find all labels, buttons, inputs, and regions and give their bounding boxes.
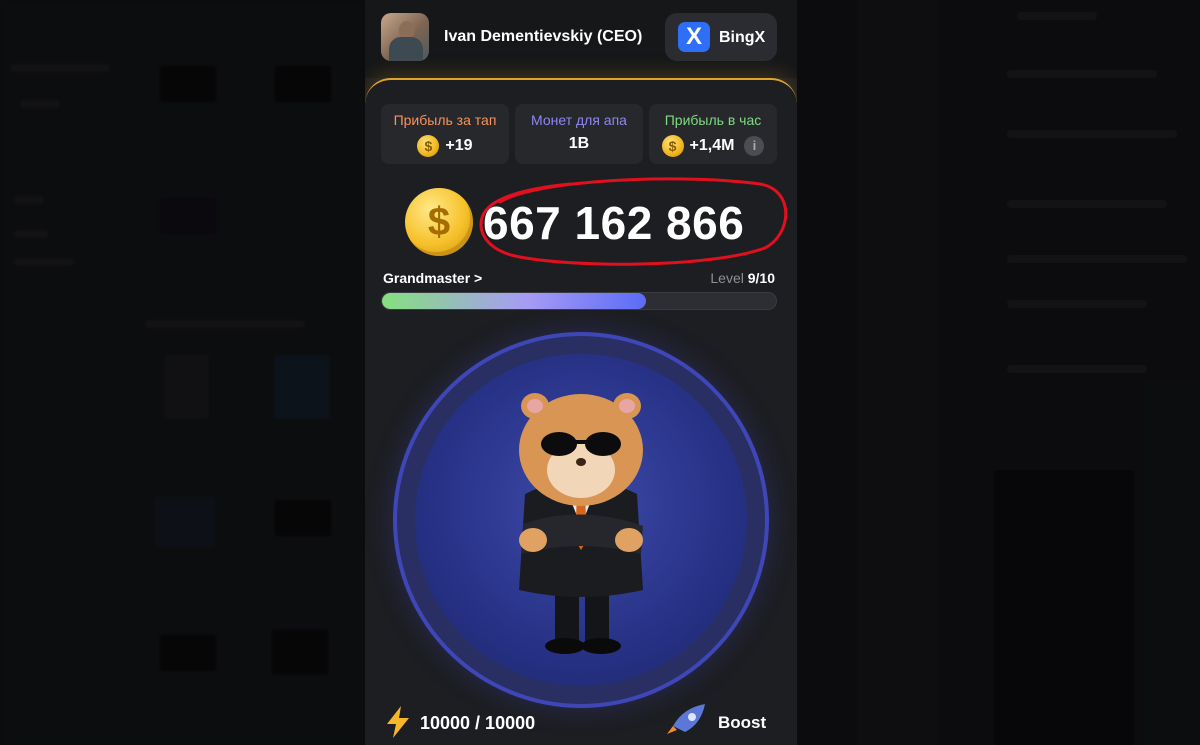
rank-name: Grandmaster: [383, 270, 471, 286]
top-bar: Ivan Dementievskiy (CEO) X BingX: [365, 0, 797, 78]
stat-value: 1B: [568, 135, 590, 152]
stat-value: +1,4M: [689, 137, 735, 155]
boost-button[interactable]: Boost: [718, 713, 766, 733]
red-circle-annotation: [479, 177, 788, 266]
hamster-mascot-icon: [519, 393, 643, 654]
rank-link[interactable]: Grandmaster >: [383, 270, 482, 286]
chevron-right-icon: >: [474, 270, 483, 286]
info-icon[interactable]: i: [744, 136, 765, 156]
coin-icon: $: [417, 135, 440, 157]
level-value: 9/10: [747, 270, 775, 286]
stat-profit-per-tap: Прибыль за тап $ +19: [381, 104, 509, 164]
exchange-button[interactable]: X BingX: [665, 13, 777, 61]
screen: Ivan Dementievskiy (CEO) X BingX Прибыль…: [0, 0, 1200, 745]
stat-title: Прибыль за тап: [393, 112, 497, 128]
stat-profit-per-hour: Прибыль в час $ +1,4M i: [649, 104, 777, 164]
stat-coins-to-level-up: Монет для апа 1B: [515, 104, 643, 164]
lightning-icon: [387, 706, 409, 738]
level-indicator: Level 9/10: [710, 270, 775, 286]
energy-counter: 10000 / 10000: [420, 713, 536, 733]
stat-title: Монет для апа: [531, 112, 627, 128]
stat-value: +19: [445, 137, 473, 155]
avatar[interactable]: [381, 13, 429, 61]
username: Ivan Dementievskiy (CEO): [444, 28, 643, 45]
main-area: Прибыль за тап $ +19 Монет для апа 1B При…: [365, 78, 797, 745]
rocket-icon[interactable]: [665, 702, 709, 736]
level-progress-fill: [382, 293, 646, 309]
exchange-logo-icon: X: [678, 22, 710, 52]
level-progress-bar: [381, 292, 777, 310]
stat-title: Прибыль в час: [664, 112, 762, 128]
level-label: Level: [710, 270, 744, 286]
tap-button-inner: [415, 354, 747, 686]
tap-button[interactable]: [397, 336, 765, 704]
game-panel: Ivan Dementievskiy (CEO) X BingX Прибыль…: [365, 0, 797, 745]
background-right-panel: [797, 0, 1200, 745]
exchange-name: BingX: [719, 29, 766, 46]
coin-icon: $: [661, 135, 684, 157]
background-left-panel: [0, 0, 365, 745]
